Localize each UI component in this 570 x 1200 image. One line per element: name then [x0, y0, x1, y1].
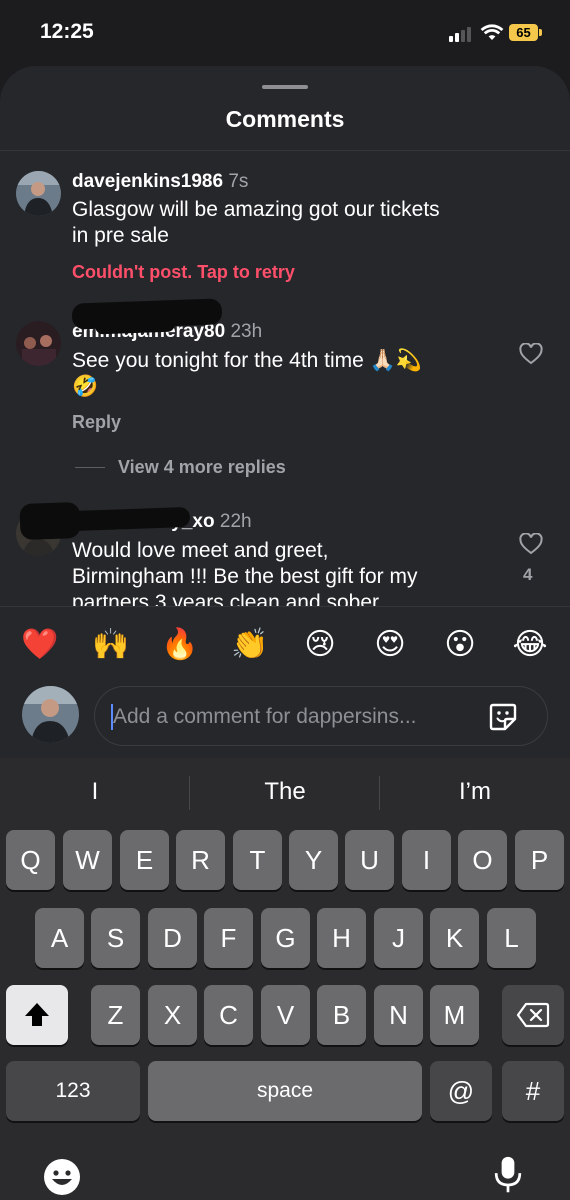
- key-l[interactable]: L: [487, 908, 536, 968]
- predictive-bar: I The I’m: [0, 758, 570, 826]
- emoji-laughing[interactable]: 😂: [510, 625, 550, 665]
- like-count: 4: [523, 565, 533, 584]
- keyboard: I The I’m Q W E R T Y U I O P A S D F G …: [0, 758, 570, 1200]
- redaction-scribble: [94, 315, 176, 335]
- username-text[interactable]: davejenkins1986: [72, 171, 223, 192]
- key-o[interactable]: O: [458, 830, 507, 890]
- comment-text: Would love meet and greet, Birmingham !!…: [72, 539, 418, 606]
- emoji-crying[interactable]: 😢: [300, 625, 340, 665]
- comment-input-container[interactable]: [94, 686, 548, 746]
- key-t[interactable]: T: [233, 830, 282, 890]
- comment-item: em.majameray80 23h See you tonight for t…: [0, 298, 570, 481]
- cellular-signal-icon: [449, 27, 471, 42]
- comment-time: 23h: [230, 321, 263, 342]
- emoji-keyboard-icon[interactable]: [42, 1157, 82, 1197]
- view-more-replies[interactable]: View 4 more replies: [75, 457, 286, 478]
- key-n[interactable]: N: [374, 985, 423, 1045]
- emoji-heart-eyes[interactable]: 😍: [370, 625, 410, 665]
- comments-sheet: Comments davejenkins1986 7s Glasgow will…: [0, 66, 570, 758]
- my-avatar: [22, 686, 79, 743]
- emoji-surprised[interactable]: 😮: [440, 625, 480, 665]
- key-a[interactable]: A: [35, 908, 84, 968]
- key-s[interactable]: S: [91, 908, 140, 968]
- space-key[interactable]: space: [148, 1061, 422, 1121]
- key-d[interactable]: D: [148, 908, 197, 968]
- comment-time: 22h: [219, 511, 252, 532]
- battery-icon: 65: [509, 24, 538, 41]
- key-m[interactable]: M: [430, 985, 479, 1045]
- at-key[interactable]: @: [430, 1061, 492, 1121]
- avatar-image: [16, 321, 61, 366]
- backspace-icon: [516, 1002, 550, 1028]
- microphone-icon[interactable]: [488, 1155, 528, 1195]
- key-c[interactable]: C: [204, 985, 253, 1045]
- redaction-scribble: [69, 506, 191, 532]
- my-avatar-image: [22, 686, 79, 743]
- comment-item: s_m_marley_xo 22h Would love meet and gr…: [0, 491, 570, 606]
- comments-list[interactable]: davejenkins1986 7s Glasgow will be amazi…: [0, 151, 570, 606]
- key-i[interactable]: I: [402, 830, 451, 890]
- comment-time: 7s: [228, 171, 249, 192]
- emoji-clap[interactable]: 👏: [230, 625, 270, 665]
- sticker-icon[interactable]: [488, 702, 518, 732]
- view-more-replies-label[interactable]: View 4 more replies: [118, 457, 286, 478]
- comment-text: See you tonight for the 4th time 🙏🏻💫 🤣: [72, 349, 422, 398]
- key-w[interactable]: W: [63, 830, 112, 890]
- key-p[interactable]: P: [515, 830, 564, 890]
- battery-cap: [539, 29, 542, 36]
- key-q[interactable]: Q: [6, 830, 55, 890]
- sheet-title: Comments: [225, 106, 345, 132]
- key-z[interactable]: Z: [91, 985, 140, 1045]
- suggestion-2[interactable]: The: [190, 778, 380, 806]
- comment-text: Glasgow will be amazing got our tickets …: [72, 198, 440, 247]
- key-g[interactable]: G: [261, 908, 310, 968]
- sheet-grabber[interactable]: [262, 85, 308, 89]
- avatar-image: [16, 171, 61, 216]
- emoji-heart[interactable]: ❤️: [20, 625, 60, 665]
- key-v[interactable]: V: [261, 985, 310, 1045]
- key-f[interactable]: F: [204, 908, 253, 968]
- reply-button[interactable]: Reply: [72, 412, 121, 433]
- status-time: 12:25: [40, 20, 94, 43]
- shift-key[interactable]: [6, 985, 68, 1045]
- heart-icon[interactable]: [519, 533, 543, 555]
- emoji-reaction-bar: ❤️ 🙌 🔥 👏 😢 😍 😮 😂: [0, 606, 570, 686]
- key-y[interactable]: Y: [289, 830, 338, 890]
- comment-item: davejenkins1986 7s Glasgow will be amazi…: [0, 151, 570, 301]
- wifi-icon: [480, 24, 504, 40]
- heart-icon[interactable]: [519, 343, 543, 365]
- key-u[interactable]: U: [345, 830, 394, 890]
- comment-input[interactable]: [113, 699, 473, 735]
- replies-line: [75, 467, 105, 468]
- key-r[interactable]: R: [176, 830, 225, 890]
- shift-icon: [25, 1003, 49, 1026]
- suggestion-3[interactable]: I’m: [380, 778, 570, 806]
- post-error-retry[interactable]: Couldn't post. Tap to retry: [72, 262, 295, 283]
- key-h[interactable]: H: [317, 908, 366, 968]
- key-x[interactable]: X: [148, 985, 197, 1045]
- key-e[interactable]: E: [120, 830, 169, 890]
- emoji-raised-hands[interactable]: 🙌: [91, 625, 131, 665]
- emoji-fire[interactable]: 🔥: [160, 625, 200, 665]
- backspace-key[interactable]: [502, 985, 564, 1045]
- comment-username[interactable]: davejenkins1986 7s: [72, 171, 248, 193]
- avatar[interactable]: [16, 171, 61, 216]
- key-j[interactable]: J: [374, 908, 423, 968]
- key-b[interactable]: B: [317, 985, 366, 1045]
- numbers-key[interactable]: 123: [6, 1061, 140, 1121]
- suggestion-1[interactable]: I: [0, 778, 190, 806]
- comment-composer: [0, 686, 570, 758]
- avatar[interactable]: [16, 321, 61, 366]
- hash-key[interactable]: #: [502, 1061, 564, 1121]
- status-bar: 12:25 65: [0, 0, 570, 66]
- key-k[interactable]: K: [430, 908, 479, 968]
